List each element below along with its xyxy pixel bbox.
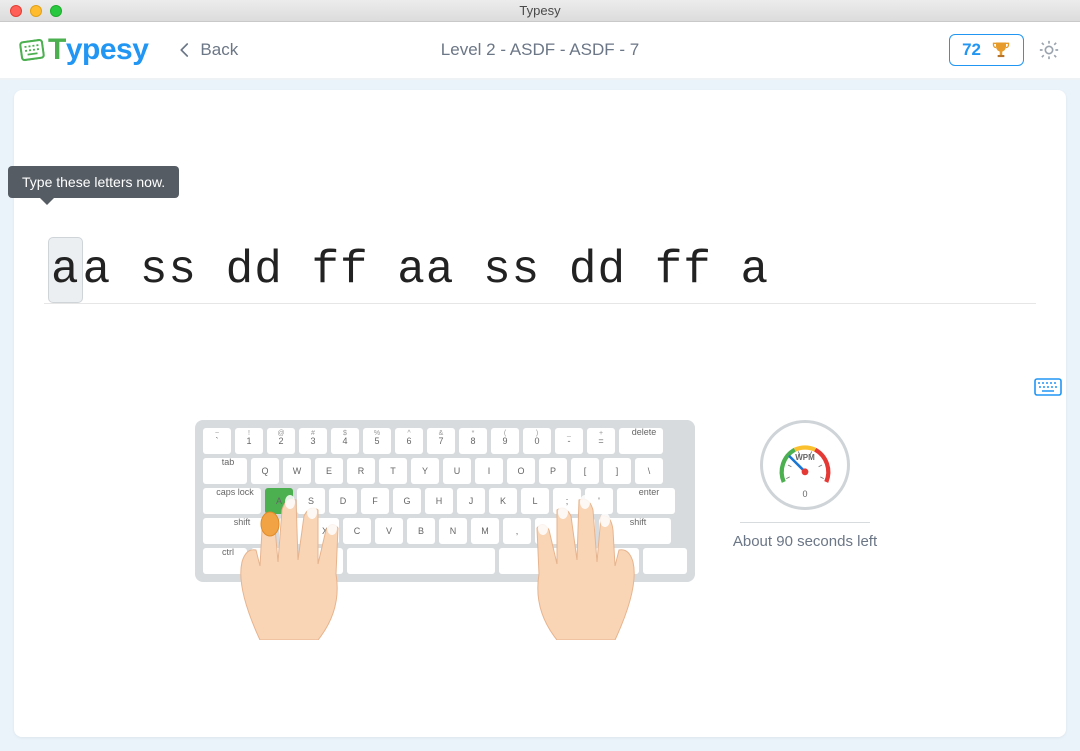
app-window: Typesy Typesy Back Level 2 - [0,0,1080,751]
instruction-tooltip: Type these letters now. [8,166,179,198]
arrow-left-icon [176,41,194,59]
key-.: . [535,518,563,544]
key-g: G [393,488,421,514]
keyboard-wrap: ~`!1@2#3$4%5^6&7*8(9)0_-+=delete tabQWER… [195,420,695,620]
typing-line-1-rest: a ss dd ff aa ss dd ff a [83,244,770,296]
key-p: P [539,458,567,484]
key-shift: shift [599,518,671,544]
titlebar: Typesy [0,0,1080,22]
logo-text-first: T [48,33,66,67]
close-icon[interactable] [10,5,22,17]
key-v: V [375,518,403,544]
key-`: ~` [203,428,231,454]
app-logo[interactable]: Typesy [20,33,148,67]
back-label: Back [200,40,238,60]
lesson-title: Level 2 - ASDF - ASDF - 7 [0,40,1080,60]
key-z: Z [279,518,307,544]
key-=: += [587,428,615,454]
key-null [251,548,295,574]
gear-icon[interactable] [1038,39,1060,61]
key-y: Y [411,458,439,484]
virtual-keyboard: ~`!1@2#3$4%5^6&7*8(9)0_-+=delete tabQWER… [195,420,695,582]
key-n: N [439,518,467,544]
keyboard-logo-icon [19,38,46,61]
key-8: *8 [459,428,487,454]
key-0: )0 [523,428,551,454]
window-controls [10,5,62,17]
trophy-icon [991,39,1011,61]
key-null [643,548,687,574]
logo-text-rest: ypesy [66,33,149,67]
key-e: E [315,458,343,484]
key-null [299,548,343,574]
key-5: %5 [363,428,391,454]
key-j: J [457,488,485,514]
key-/: / [567,518,595,544]
toolbar: Typesy Back Level 2 - ASDF - ASDF - 7 72 [0,22,1080,80]
key-[: [ [571,458,599,484]
key-r: R [347,458,375,484]
key-enter: enter [617,488,675,514]
key-m: M [471,518,499,544]
wpm-gauge: WPM 0 [760,420,850,510]
bottom-row: ~`!1@2#3$4%5^6&7*8(9)0_-+=delete tabQWER… [44,420,1036,620]
key-4: $4 [331,428,359,454]
key-2: @2 [267,428,295,454]
key-delete: delete [619,428,663,454]
key-k: K [489,488,517,514]
key-s: S [297,488,325,514]
minimize-icon[interactable] [30,5,42,17]
key-caps lock: caps lock [203,488,261,514]
key-l: L [521,488,549,514]
key-': ' [585,488,613,514]
key-c: C [343,518,371,544]
typing-area[interactable]: aa ss dd ff aa ss dd ff a dd ff as ad af… [44,108,1036,370]
key-3: #3 [299,428,327,454]
key-a: A [265,488,293,514]
key-w: W [283,458,311,484]
key-,: , [503,518,531,544]
stats-panel: WPM 0 About 90 seconds left [725,420,885,550]
key-7: &7 [427,428,455,454]
key-f: F [361,488,389,514]
key-1: !1 [235,428,263,454]
key-]: ] [603,458,631,484]
score-value: 72 [962,40,981,60]
cursor-char: a [48,237,83,303]
key-x: X [311,518,339,544]
key-o: O [507,458,535,484]
key-h: H [425,488,453,514]
key-null [547,548,591,574]
key-ctrl: ctrl [203,548,247,574]
key-shift: shift [203,518,275,544]
fullscreen-icon[interactable] [50,5,62,17]
key-d: D [329,488,357,514]
key-i: I [475,458,503,484]
score-badge[interactable]: 72 [949,34,1024,66]
key-u: U [443,458,471,484]
key-\: \ [635,458,663,484]
body-area: Type these letters now. aa ss dd ff aa s… [0,80,1080,751]
window-title: Typesy [0,3,1080,18]
key-null [499,548,543,574]
key-null [347,548,495,574]
key-tab: tab [203,458,247,484]
key--: _- [555,428,583,454]
key-t: T [379,458,407,484]
back-button[interactable]: Back [176,40,238,60]
key-b: B [407,518,435,544]
key-6: ^6 [395,428,423,454]
gauge-zero: 0 [763,489,847,499]
gauge-label: WPM [763,453,847,462]
keyboard-toggle-icon[interactable] [1034,378,1062,400]
key-9: (9 [491,428,519,454]
time-left-label: About 90 seconds left [725,533,885,550]
key-;: ; [553,488,581,514]
toolbar-right: 72 [949,34,1060,66]
key-null [595,548,639,574]
key-q: Q [251,458,279,484]
